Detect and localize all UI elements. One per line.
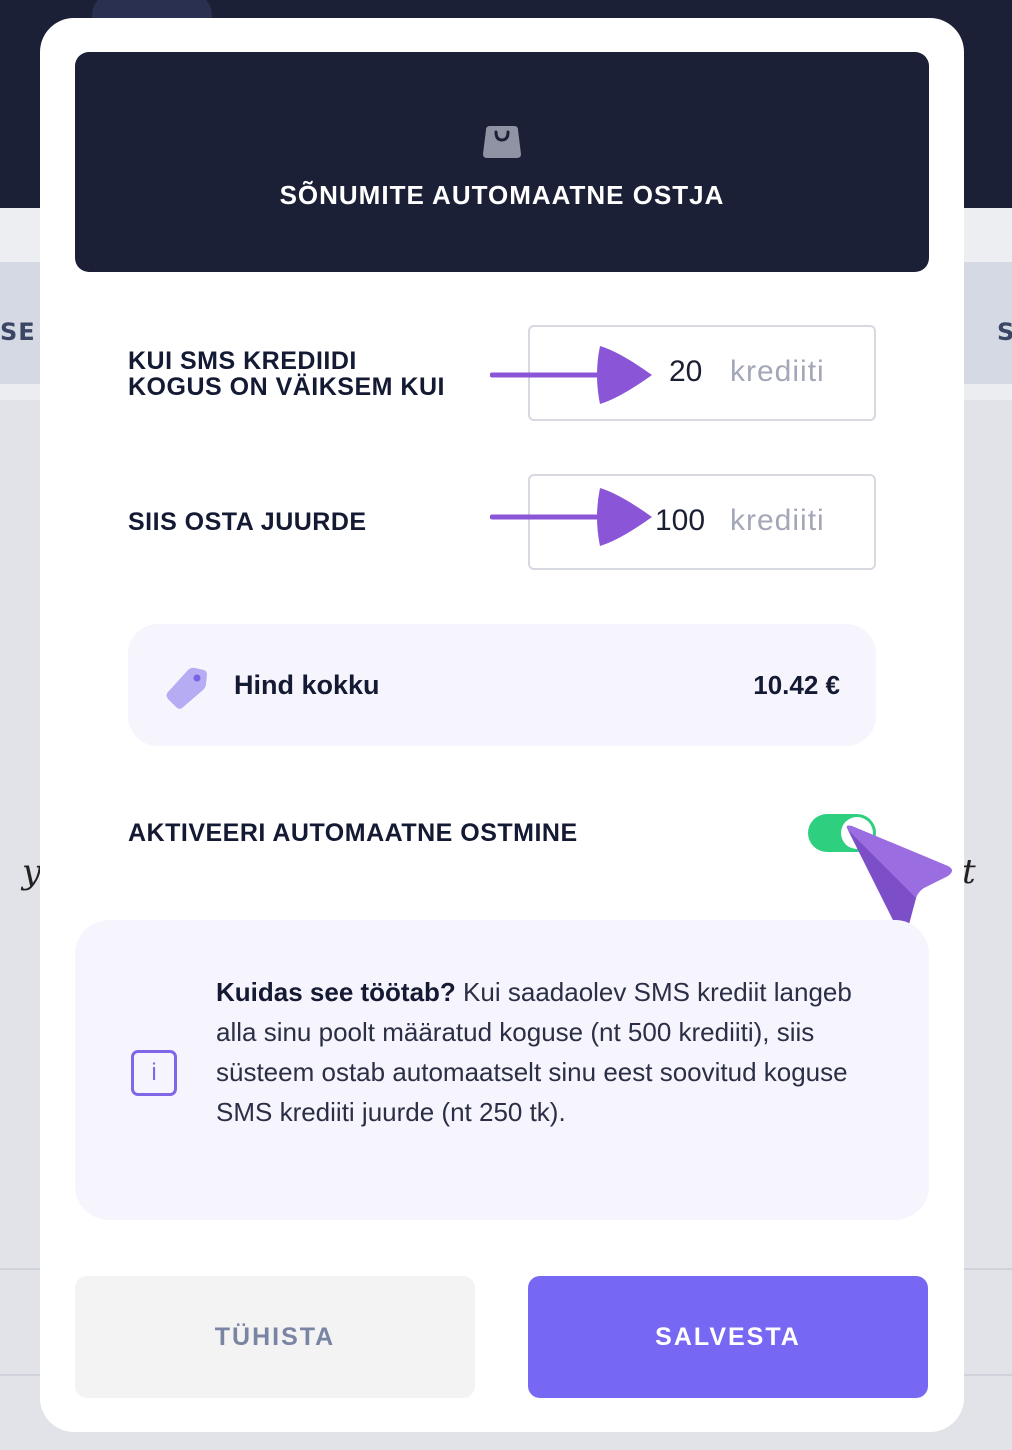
threshold-label-line1: KUI SMS KREDIIDI — [128, 347, 357, 375]
threshold-label-line2: KOGUS ON VÄIKSEM KUI — [128, 373, 445, 401]
price-label: Hind kokku — [234, 670, 380, 700]
background-text-fragment: y — [22, 852, 42, 892]
annotation-arrow-icon — [490, 488, 652, 546]
save-button[interactable]: SALVESTA — [528, 1276, 928, 1398]
shopping-bag-icon — [483, 126, 521, 158]
modal-header: SÕNUMITE AUTOMAATNE OSTJA — [75, 52, 929, 272]
threshold-label: KUI SMS KREDIIDI KOGUS ON VÄIKSEM KUI — [128, 348, 445, 400]
info-title: Kuidas see töötab? — [216, 977, 456, 1007]
background-text-fragment: t — [962, 852, 976, 892]
background-tab-right-label: S — [997, 318, 1012, 346]
info-text: Kuidas see töötab? Kui saadaolev SMS kre… — [216, 972, 876, 1132]
info-icon: i — [131, 1050, 177, 1096]
auto-buy-label: AKTIVEERI AUTOMAATNE OSTMINE — [128, 819, 578, 847]
purchase-label: SIIS OSTA JUURDE — [128, 508, 367, 536]
price-value: 10.42 € — [753, 670, 840, 700]
modal-title: SÕNUMITE AUTOMAATNE OSTJA — [279, 180, 725, 210]
price-summary: Hind kokku 10.42 € — [128, 624, 876, 746]
price-tag-icon — [166, 667, 207, 709]
background-tab-left-label: SE — [0, 318, 36, 346]
auto-buyer-modal: SÕNUMITE AUTOMAATNE OSTJA KUI SMS KREDII… — [40, 18, 964, 1432]
cancel-button[interactable]: TÜHISTA — [75, 1276, 475, 1398]
annotation-arrow-icon — [490, 346, 652, 404]
threshold-value[interactable]: 20 — [669, 355, 702, 389]
threshold-unit: krediiti — [730, 355, 825, 388]
purchase-value[interactable]: 100 — [655, 504, 705, 538]
how-it-works-info: i Kuidas see töötab? Kui saadaolev SMS k… — [75, 920, 929, 1220]
purchase-unit: krediiti — [730, 504, 825, 537]
